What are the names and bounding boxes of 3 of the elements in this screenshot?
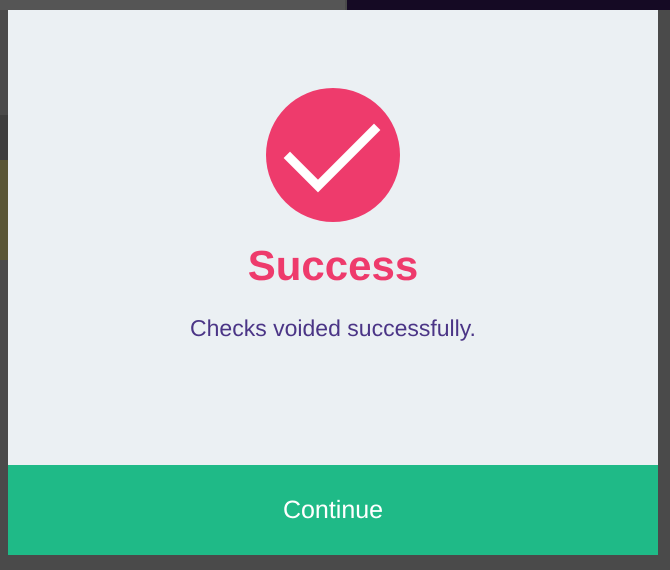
- dialog-title: Success: [248, 242, 418, 290]
- dialog-message: Checks voided successfully.: [190, 314, 476, 342]
- continue-button[interactable]: Continue: [8, 465, 658, 555]
